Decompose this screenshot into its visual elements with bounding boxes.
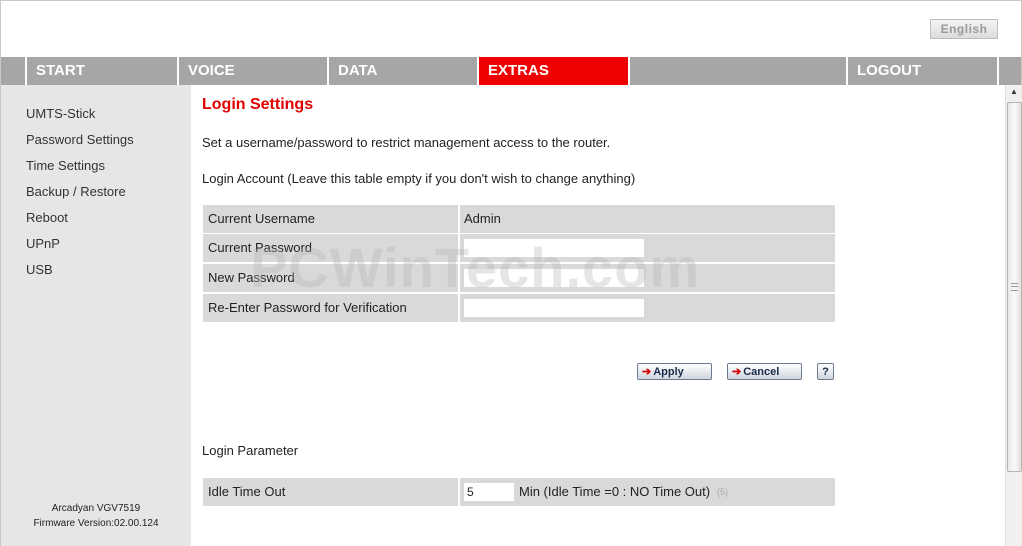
table-row-current-username: Current Username Admin xyxy=(203,205,835,233)
arrow-right-icon: ➔ xyxy=(732,366,742,378)
sidebar: UMTS-Stick Password Settings Time Settin… xyxy=(1,85,191,546)
idle-timeout-label: Idle Time Out xyxy=(208,484,286,499)
cell-divider xyxy=(458,205,460,233)
vertical-scrollbar[interactable]: ▲ xyxy=(1005,85,1022,546)
reenter-password-label: Re-Enter Password for Verification xyxy=(208,300,407,315)
table-row-current-password: Current Password xyxy=(203,234,835,262)
cell-divider xyxy=(458,478,460,506)
table-row-reenter-password: Re-Enter Password for Verification xyxy=(203,294,835,322)
firmware-version: Firmware Version:02.00.124 xyxy=(33,518,159,529)
help-button[interactable]: ? xyxy=(817,363,834,380)
cancel-label: Cancel xyxy=(743,366,780,378)
idle-timeout-hint: (5) xyxy=(717,487,728,497)
sidebar-item-upnp[interactable]: UPnP xyxy=(26,236,60,251)
new-password-label: New Password xyxy=(208,270,295,285)
sidebar-item-umts-stick[interactable]: UMTS-Stick xyxy=(26,106,95,121)
page-title: Login Settings xyxy=(202,96,314,113)
scroll-up-icon[interactable]: ▲ xyxy=(1006,87,1022,99)
sidebar-item-usb[interactable]: USB xyxy=(26,262,53,277)
grip-icon xyxy=(1011,283,1018,291)
cell-divider xyxy=(458,294,460,322)
sidebar-item-backup-restore[interactable]: Backup / Restore xyxy=(26,184,126,199)
sidebar-item-reboot[interactable]: Reboot xyxy=(26,210,68,225)
idle-timeout-input[interactable]: 5 xyxy=(464,483,514,501)
scroll-thumb[interactable] xyxy=(1007,102,1022,472)
arrow-right-icon: ➔ xyxy=(642,366,652,378)
account-heading: Login Account (Leave this table empty if… xyxy=(202,171,636,186)
nav-extras[interactable]: EXTRAS xyxy=(477,57,628,85)
sidebar-item-time-settings[interactable]: Time Settings xyxy=(26,158,105,173)
nav-voice[interactable]: VOICE xyxy=(177,57,327,85)
apply-button[interactable]: ➔ Apply xyxy=(637,363,712,380)
page-description: Set a username/password to restrict mana… xyxy=(202,135,611,150)
table-row-new-password: New Password xyxy=(203,264,835,292)
idle-timeout-unit: Min (Idle Time =0 : NO Time Out) xyxy=(519,484,711,499)
cell-divider xyxy=(458,234,460,262)
nav-spacer xyxy=(628,57,846,85)
current-username-value: Admin xyxy=(464,211,501,226)
nav-end-spacer xyxy=(997,57,1021,85)
sidebar-item-password-settings[interactable]: Password Settings xyxy=(26,132,134,147)
device-model: Arcadyan VGV7519 xyxy=(51,503,141,514)
nav-start[interactable]: START xyxy=(25,57,177,85)
reenter-password-field[interactable] xyxy=(464,299,644,317)
cell-divider xyxy=(458,264,460,292)
current-password-field[interactable] xyxy=(464,239,644,257)
parameter-heading: Login Parameter xyxy=(202,443,299,458)
new-password-field[interactable] xyxy=(464,269,644,287)
language-button[interactable]: English xyxy=(930,19,998,39)
nav-data[interactable]: DATA xyxy=(327,57,477,85)
top-nav: START VOICE DATA EXTRAS LOGOUT xyxy=(1,57,1021,85)
apply-label: Apply xyxy=(653,366,684,378)
current-username-label: Current Username xyxy=(208,211,315,226)
current-password-label: Current Password xyxy=(208,240,313,255)
cancel-button[interactable]: ➔ Cancel xyxy=(727,363,802,380)
table-row-idle-timeout: Idle Time Out 5 Min (Idle Time =0 : NO T… xyxy=(203,478,835,506)
nav-logout[interactable]: LOGOUT xyxy=(846,57,997,85)
